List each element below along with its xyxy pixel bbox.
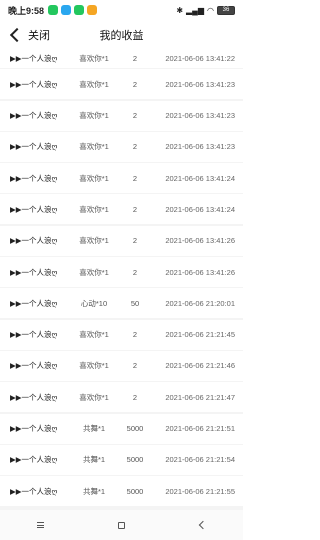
record-gift: 喜欢你*1: [79, 142, 109, 152]
earnings-list[interactable]: ▶▶一个人浪ღ 喜欢你*1 2 2021-06-06 13:41:22 ▶▶一个人浪ღ 喜…: [0, 48, 243, 510]
list-item: ▶▶一个人浪ღ 喜欢你*1 2 2021-06-06 13:41:26: [0, 225, 243, 256]
list-item: ▶▶一个人浪ღ 共舞*1 5000 2021-06-06 21:21:51: [0, 413, 243, 444]
wifi-icon: ◠: [207, 5, 214, 15]
record-gift: 喜欢你*1: [79, 392, 109, 402]
recent-apps-button[interactable]: [26, 515, 56, 535]
record-user: ▶▶一个人浪ღ: [10, 236, 58, 246]
record-amount: 2: [132, 204, 138, 214]
close-button[interactable]: 关闭: [0, 27, 50, 43]
list-item: ▶▶一个人浪ღ 喜欢你*1 2 2021-06-06 21:21:46: [0, 350, 243, 381]
record-time: 2021-06-06 13:41:24: [165, 173, 235, 183]
list-item: ▶▶一个人浪ღ 喜欢你*1 2 2021-06-06 21:21:47: [0, 382, 243, 413]
record-gift: 喜欢你*1: [79, 53, 109, 63]
record-time: 2021-06-06 13:41:23: [165, 111, 235, 121]
wechat-icon: [48, 5, 59, 15]
record-user: ▶▶一个人浪ღ: [10, 392, 58, 402]
record-time: 2021-06-06 21:21:51: [165, 424, 235, 434]
record-amount: 5000: [126, 486, 144, 496]
record-gift: 喜欢你*1: [79, 330, 109, 340]
close-label: 关闭: [28, 30, 50, 42]
status-indicators: ✱ ▂▄▆ ◠ 36: [176, 5, 235, 15]
record-user: ▶▶一个人浪ღ: [10, 204, 58, 214]
home-button[interactable]: [107, 515, 137, 535]
status-time: 晚上9:58: [8, 5, 45, 16]
record-time: 2021-06-06 21:21:46: [165, 361, 235, 371]
record-user: ▶▶一个人浪ღ: [10, 79, 58, 89]
record-amount: 5000: [126, 424, 144, 434]
record-user: ▶▶一个人浪ღ: [10, 53, 58, 63]
list-item: ▶▶一个人浪ღ 喜欢你*1 2 2021-06-06 13:41:24: [0, 194, 243, 225]
record-amount: 2: [132, 79, 138, 89]
system-nav-bar: [0, 510, 243, 540]
record-time: 2021-06-06 21:21:45: [165, 330, 235, 340]
record-user: ▶▶一个人浪ღ: [10, 142, 58, 152]
list-item: ▶▶一个人浪ღ 喜欢你*1 2 2021-06-06 13:41:24: [0, 163, 243, 194]
record-gift: 共舞*1: [82, 424, 106, 434]
record-amount: 2: [132, 53, 138, 63]
system-back-button[interactable]: [188, 515, 218, 535]
list-item: ▶▶一个人浪ღ 喜欢你*1 2 2021-06-06 13:41:23: [0, 131, 243, 162]
record-amount: 2: [132, 173, 138, 183]
record-user: ▶▶一个人浪ღ: [10, 455, 58, 465]
record-amount: 2: [132, 392, 138, 402]
home-icon: [118, 521, 125, 529]
record-user: ▶▶一个人浪ღ: [10, 111, 58, 121]
list-item: ▶▶一个人浪ღ 心动*10 50 2021-06-06 21:20:01: [0, 288, 243, 319]
record-gift: 喜欢你*1: [79, 111, 109, 121]
record-amount: 5000: [126, 455, 144, 465]
list-item: ▶▶一个人浪ღ 喜欢你*1 2 2021-06-06 21:21:45: [0, 319, 243, 350]
record-user: ▶▶一个人浪ღ: [10, 330, 58, 340]
record-time: 2021-06-06 13:41:23: [165, 79, 235, 89]
app-notification-icon-2: [87, 5, 98, 15]
record-time: 2021-06-06 21:21:47: [165, 392, 235, 402]
back-icon: [198, 520, 207, 530]
record-gift: 喜欢你*1: [79, 236, 109, 246]
record-gift: 心动*10: [80, 298, 108, 308]
record-time: 2021-06-06 13:41:26: [165, 267, 235, 277]
record-time: 2021-06-06 21:21:54: [165, 455, 235, 465]
list-item: ▶▶一个人浪ღ 喜欢你*1 2 2021-06-06 13:41:23: [0, 100, 243, 131]
list-item: ▶▶一个人浪ღ 喜欢你*1 2 2021-06-06 13:41:22: [0, 48, 243, 68]
record-time: 2021-06-06 21:20:01: [165, 298, 235, 308]
list-item: ▶▶一个人浪ღ 共舞*1 5000 2021-06-06 21:21:55: [0, 476, 243, 507]
list-item: ▶▶一个人浪ღ 喜欢你*1 2 2021-06-06 13:41:23: [0, 69, 243, 100]
record-amount: 2: [132, 142, 138, 152]
list-item: ▶▶一个人浪ღ 喜欢你*1 2 2021-06-06 13:41:26: [0, 257, 243, 288]
record-amount: 2: [132, 111, 138, 121]
record-user: ▶▶一个人浪ღ: [10, 361, 58, 371]
record-amount: 2: [132, 267, 138, 277]
record-user: ▶▶一个人浪ღ: [10, 173, 58, 183]
record-amount: 50: [130, 298, 140, 308]
bluetooth-icon: ✱: [176, 5, 184, 15]
record-time: 2021-06-06 13:41:22: [165, 53, 235, 63]
message-icon: [74, 5, 85, 15]
record-gift: 共舞*1: [82, 486, 106, 496]
record-user: ▶▶一个人浪ღ: [10, 267, 58, 277]
list-item: ▶▶一个人浪ღ 共舞*1 5000 2021-06-06 21:21:54: [0, 444, 243, 475]
record-user: ▶▶一个人浪ღ: [10, 298, 58, 308]
record-gift: 喜欢你*1: [79, 204, 109, 214]
record-time: 2021-06-06 21:21:55: [165, 486, 235, 496]
record-user: ▶▶一个人浪ღ: [10, 424, 58, 434]
record-gift: 喜欢你*1: [79, 361, 109, 371]
status-bar: 晚上9:58 ✱ ▂▄▆ ◠ 36: [0, 0, 243, 20]
menu-icon: [37, 522, 44, 528]
record-gift: 喜欢你*1: [79, 267, 109, 277]
chevron-left-icon: [9, 27, 25, 43]
record-amount: 2: [132, 361, 138, 371]
record-gift: 喜欢你*1: [79, 79, 109, 89]
record-time: 2021-06-06 13:41:26: [165, 236, 235, 246]
battery-icon: 36: [217, 5, 235, 15]
record-gift: 喜欢你*1: [79, 173, 109, 183]
app-notification-icon: [61, 5, 72, 15]
record-amount: 2: [132, 330, 138, 340]
nav-bar: 关闭 我的收益: [0, 22, 243, 48]
signal-icon: ▂▄▆: [186, 5, 205, 15]
record-user: ▶▶一个人浪ღ: [10, 486, 58, 496]
record-gift: 共舞*1: [82, 455, 106, 465]
record-amount: 2: [132, 236, 138, 246]
record-time: 2021-06-06 13:41:24: [165, 204, 235, 214]
record-time: 2021-06-06 13:41:23: [165, 142, 235, 152]
